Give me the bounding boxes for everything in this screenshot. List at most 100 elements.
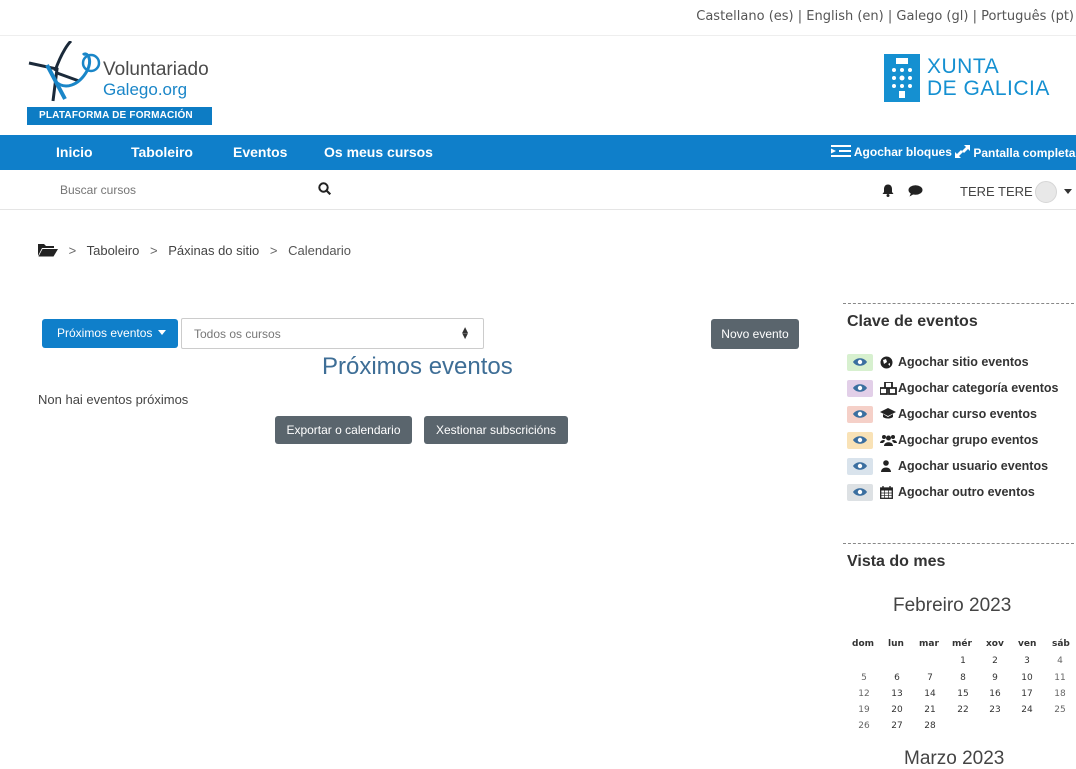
calendar-day[interactable]: 25 <box>1050 705 1070 715</box>
calendar-day[interactable]: 21 <box>920 705 940 715</box>
calendar-day[interactable]: 17 <box>1017 689 1037 699</box>
event-key-label: Agochar categoría eventos <box>898 381 1059 395</box>
chevron-down-icon <box>158 330 167 335</box>
event-key-block: Clave de eventos Agochar sitio eventos A… <box>843 303 1074 523</box>
calendar-day[interactable]: 8 <box>953 673 973 683</box>
breadcrumb: > Taboleiro > Páxinas do sitio > Calenda… <box>38 243 351 258</box>
calendar-day[interactable]: 3 <box>1017 656 1037 666</box>
lang-separator: | <box>797 9 803 24</box>
breadcrumb-item-dashboard[interactable]: Taboleiro <box>87 243 140 258</box>
calendar-day[interactable]: 19 <box>854 705 874 715</box>
lang-link-es[interactable]: Castellano (es) <box>696 9 793 24</box>
main-navbar: Inicio Taboleiro Eventos Os meus cursos … <box>0 135 1076 170</box>
course-filter-select[interactable]: Todos os cursos ▲ ▼ <box>181 318 484 349</box>
event-key-label: Agochar sitio eventos <box>898 355 1029 369</box>
breadcrumb-item-calendar: Calendario <box>288 243 351 258</box>
calendar-day[interactable]: 7 <box>920 673 940 683</box>
lang-link-en[interactable]: English (en) <box>806 9 883 24</box>
lang-link-pt[interactable]: Português (pt) <box>981 9 1074 24</box>
logo-text-line2: Galego.org <box>103 80 188 99</box>
breadcrumb-separator: > <box>269 243 278 258</box>
calendar-day[interactable]: 2 <box>985 656 1005 666</box>
calendar-day[interactable]: 20 <box>887 705 907 715</box>
calendar-day[interactable]: 26 <box>854 721 874 731</box>
calendar-day[interactable]: 27 <box>887 721 907 731</box>
user-name[interactable]: TERE TERE <box>960 184 1033 199</box>
lang-link-gl[interactable]: Galego (gl) <box>896 9 968 24</box>
globe-icon <box>880 356 893 369</box>
users-icon <box>880 435 897 446</box>
chat-icon[interactable] <box>908 185 923 197</box>
calendar-day[interactable]: 6 <box>887 673 907 683</box>
course-filter-value: Todos os cursos <box>194 327 281 341</box>
voluntariado-logo[interactable]: Voluntariado Galego.org PLATAFORMA DE FO… <box>27 41 212 125</box>
export-calendar-button[interactable]: Exportar o calendario <box>275 416 412 444</box>
nav-home[interactable]: Inicio <box>56 144 93 160</box>
graduation-cap-icon <box>880 408 896 419</box>
new-event-button[interactable]: Novo evento <box>711 319 799 349</box>
weekday-header: ven <box>1018 639 1037 649</box>
nav-my-courses[interactable]: Os meus cursos <box>324 144 433 160</box>
user-icon <box>881 460 891 472</box>
lang-separator: | <box>887 9 893 24</box>
brand-header: Voluntariado Galego.org PLATAFORMA DE FO… <box>0 37 1076 135</box>
calendar-day[interactable]: 22 <box>953 705 973 715</box>
xunta-logo[interactable]: XUNTA DE GALICIA <box>884 54 1070 104</box>
event-key-label: Agochar grupo eventos <box>898 433 1039 447</box>
calendar-day[interactable]: 15 <box>953 689 973 699</box>
search-icon[interactable] <box>318 182 331 195</box>
eye-icon <box>853 462 867 470</box>
calendar-day[interactable]: 24 <box>1017 705 1037 715</box>
xunta-emblem-icon <box>884 54 920 102</box>
page-title: Próximos eventos <box>322 353 513 380</box>
weekday-header: mar <box>919 639 939 649</box>
nav-events[interactable]: Eventos <box>233 144 287 160</box>
xunta-text: XUNTA DE GALICIA <box>927 56 1050 100</box>
eye-icon <box>853 358 867 366</box>
calendar-view-dropdown-button[interactable]: Próximos eventos <box>42 319 178 348</box>
calendar-icon <box>880 486 893 499</box>
calendar-day[interactable]: 9 <box>985 673 1005 683</box>
calendar-day[interactable]: 11 <box>1050 673 1070 683</box>
fullscreen-button[interactable]: Pantalla completa <box>955 145 1075 160</box>
event-key-label: Agochar outro eventos <box>898 485 1035 499</box>
calendar-day[interactable]: 5 <box>854 673 874 683</box>
eye-icon <box>853 436 867 444</box>
language-bar: Castellano (es) | English (en) | Galego … <box>0 0 1076 36</box>
calendar-day[interactable]: 4 <box>1050 656 1070 666</box>
nav-dashboard[interactable]: Taboleiro <box>131 144 193 160</box>
calendar-day[interactable]: 14 <box>920 689 940 699</box>
manage-subscriptions-button[interactable]: Xestionar subscricións <box>424 416 568 444</box>
breadcrumb-item-site-pages[interactable]: Páxinas do sitio <box>168 243 259 258</box>
avatar[interactable] <box>1035 181 1057 203</box>
calendar-day[interactable]: 28 <box>920 721 940 731</box>
hide-blocks-label: Agochar bloques <box>853 145 952 159</box>
hide-blocks-icon <box>831 145 851 157</box>
xunta-text-line2: DE GALICIA <box>927 77 1050 100</box>
calendar-day[interactable]: 1 <box>953 656 973 666</box>
weekday-header: sáb <box>1052 639 1070 649</box>
month-title-march[interactable]: Marzo 2023 <box>904 748 1004 769</box>
calendar-view-label: Próximos eventos <box>57 326 153 340</box>
calendar-day[interactable]: 12 <box>854 689 874 699</box>
lang-separator: | <box>972 9 977 24</box>
hide-blocks-button[interactable]: Agochar bloques <box>831 145 952 159</box>
search-user-bar: TERE TERE <box>0 170 1076 210</box>
calendar-day[interactable]: 10 <box>1017 673 1037 683</box>
select-arrows-icon: ▲ ▼ <box>460 325 470 342</box>
calendar-day[interactable]: 23 <box>985 705 1005 715</box>
xunta-text-line1: XUNTA <box>927 55 1000 78</box>
calendar-day[interactable]: 18 <box>1050 689 1070 699</box>
user-menu-caret-icon[interactable] <box>1064 189 1072 194</box>
folder-open-icon[interactable] <box>38 243 58 257</box>
bell-icon[interactable] <box>882 184 894 197</box>
calendar-day[interactable]: 16 <box>985 689 1005 699</box>
search-courses-input[interactable] <box>56 177 336 203</box>
weekday-header: dom <box>852 639 875 649</box>
weekday-header: xov <box>986 639 1004 649</box>
event-key-label: Agochar usuario eventos <box>898 459 1049 473</box>
month-title-february[interactable]: Febreiro 2023 <box>893 595 1011 617</box>
fullscreen-label: Pantalla completa <box>973 146 1076 160</box>
expand-icon <box>955 145 970 158</box>
calendar-day[interactable]: 13 <box>887 689 907 699</box>
